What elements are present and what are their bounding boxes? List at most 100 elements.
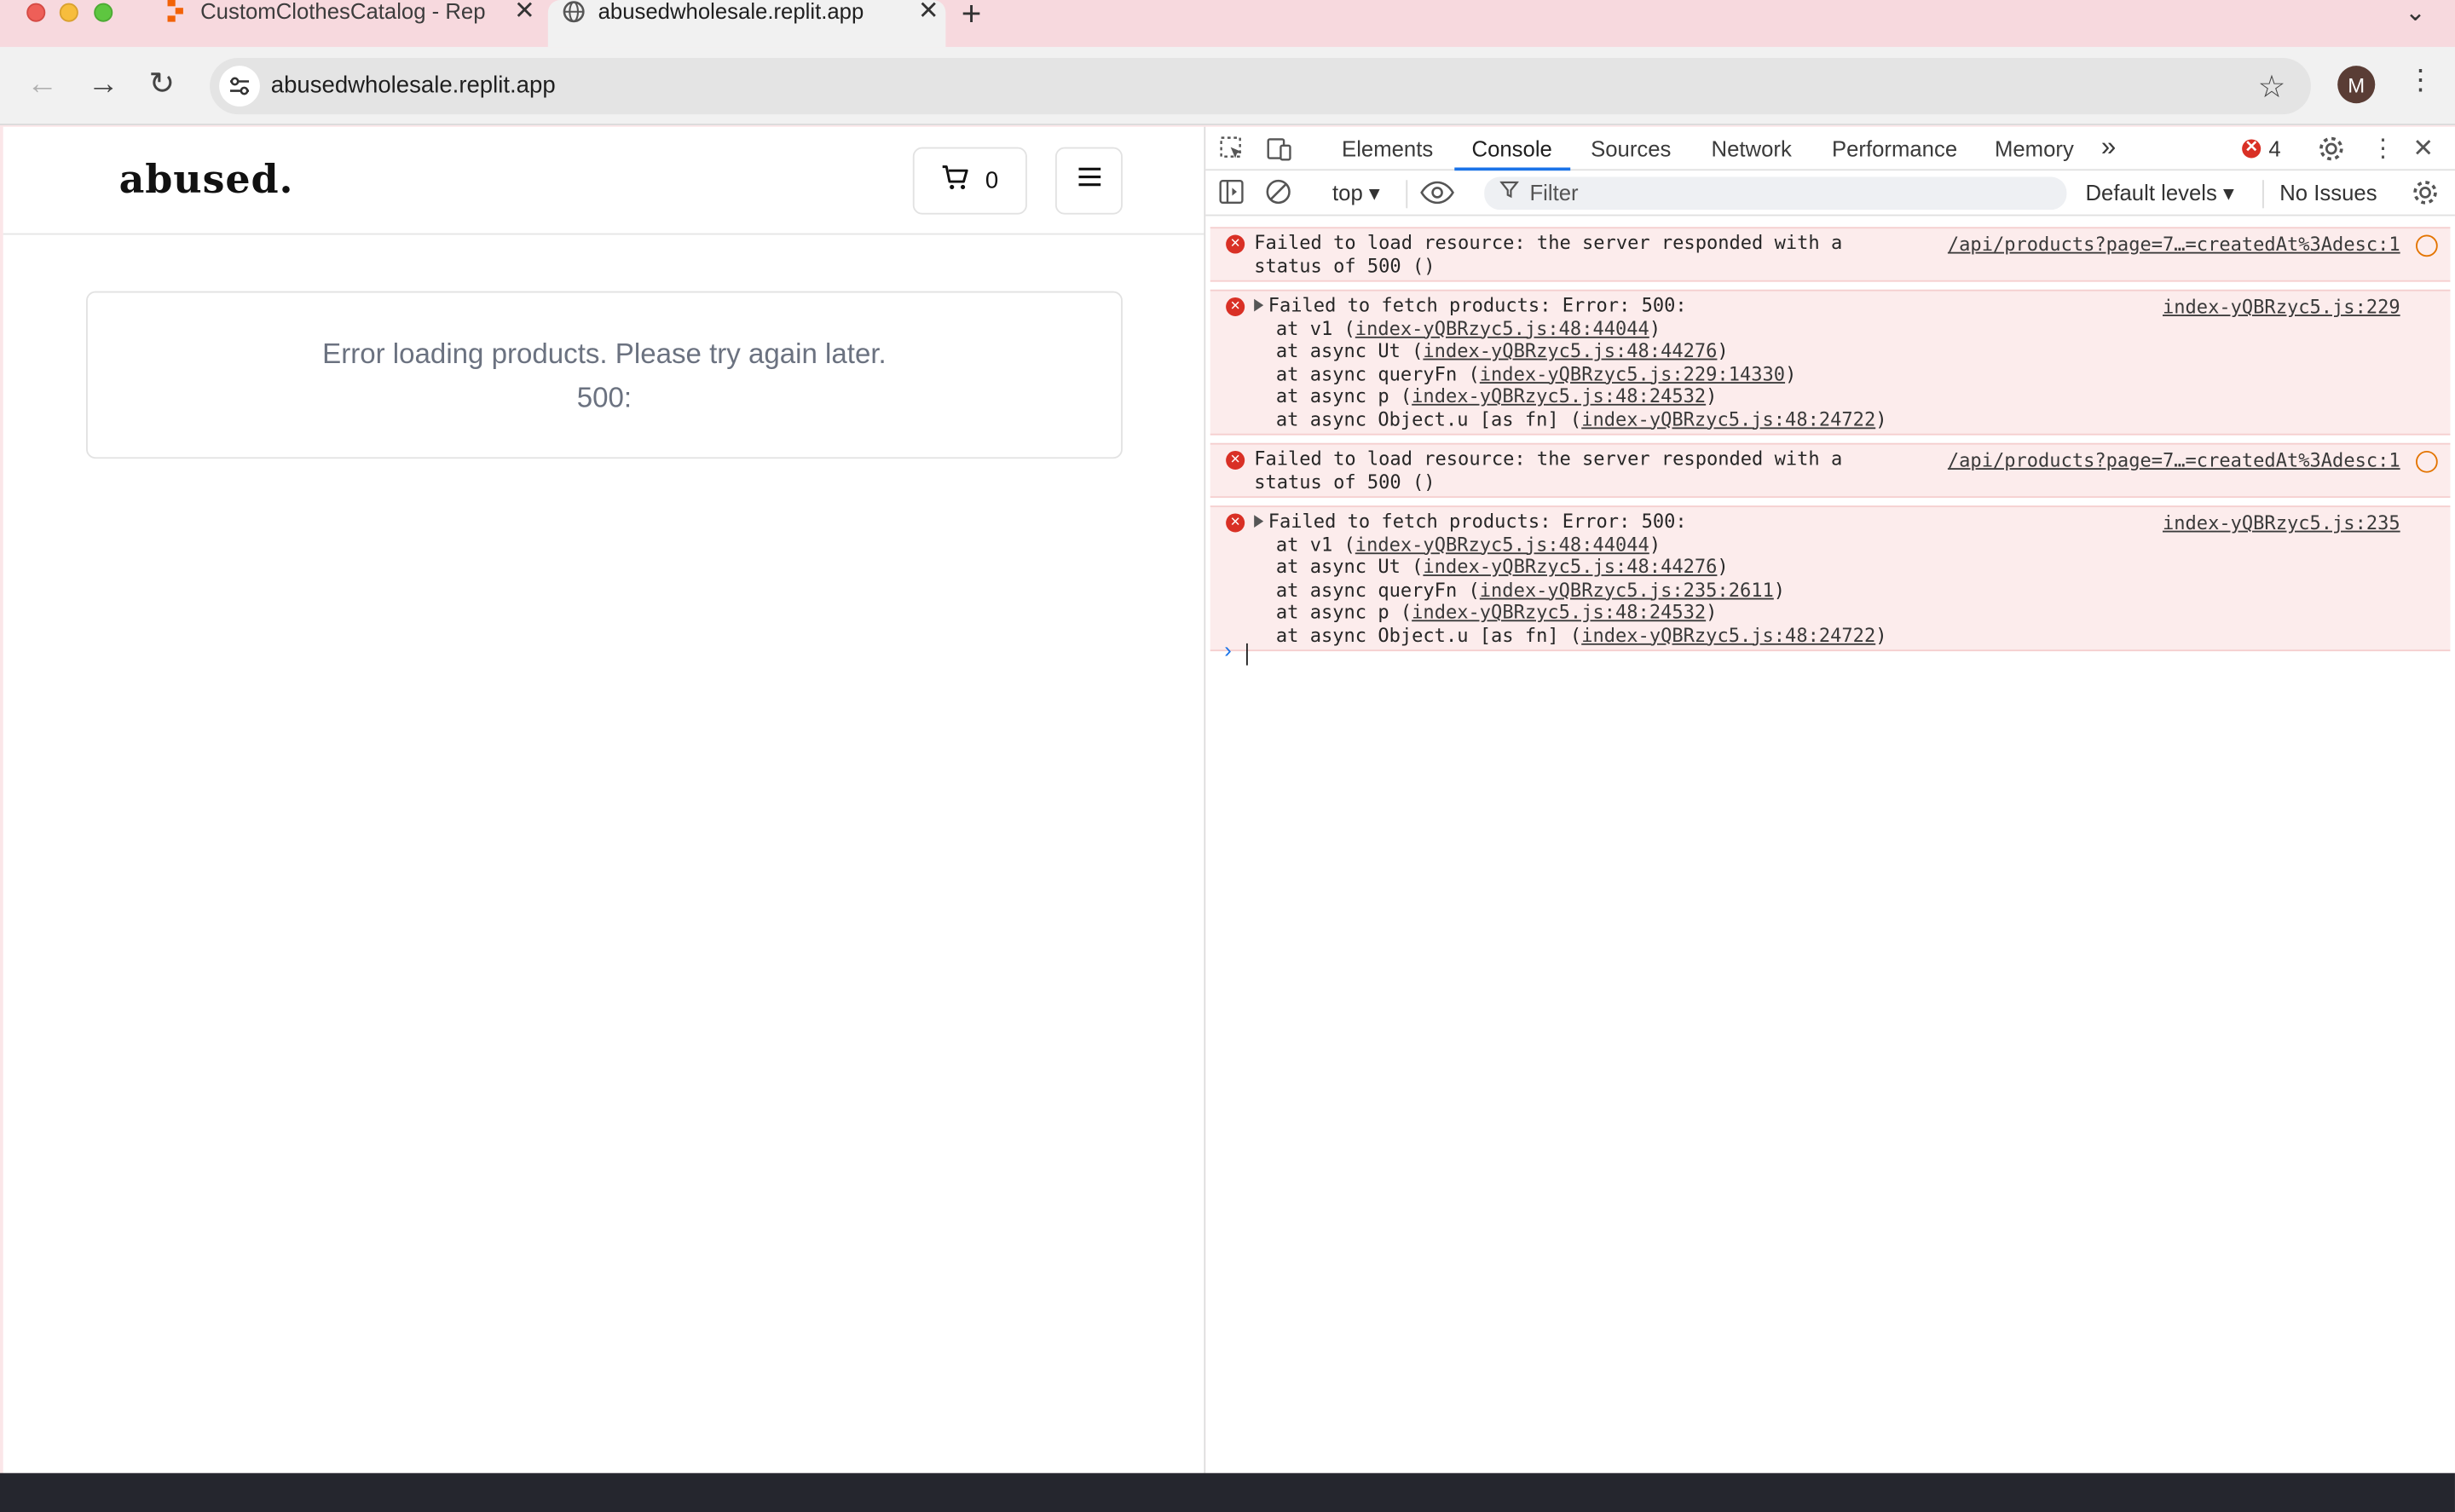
close-devtools-icon[interactable]: ✕: [2412, 133, 2441, 163]
frame-text: at v1 (: [1275, 533, 1355, 556]
frame-text: at async Object.u [as fn] (: [1275, 407, 1582, 430]
source-link[interactable]: /api/products?page=7…=createdAt%3Adesc:1: [1948, 449, 2400, 472]
issues-button[interactable]: No Issues: [2279, 180, 2377, 205]
frame-link[interactable]: index-yQBRzyc5.js:48:24722: [1581, 624, 1875, 646]
filter-input[interactable]: Filter: [1484, 176, 2067, 211]
page-viewport: abused. 0 Error loading products. Please…: [3, 126, 1204, 1474]
context-selector[interactable]: top ▾: [1332, 180, 1380, 206]
inspect-element-icon[interactable]: [1218, 135, 1246, 163]
error-icon: ✕: [2242, 139, 2261, 159]
sidebar-toggle-icon[interactable]: [1218, 178, 1246, 206]
reload-icon[interactable]: ↻: [148, 67, 175, 101]
tab-title: abusedwholesale.replit.app: [598, 0, 864, 24]
filter-placeholder: Filter: [1529, 180, 1579, 205]
frame-text: ): [1773, 578, 1786, 601]
tab-elements[interactable]: Elements: [1342, 136, 1433, 161]
close-window-button[interactable]: [26, 3, 46, 22]
source-link[interactable]: index-yQBRzyc5.js:235: [2163, 512, 2400, 535]
tab-search-chevron-icon[interactable]: ⌄: [2405, 0, 2426, 28]
error-icon: ✕: [1226, 513, 1245, 533]
frame-link[interactable]: index-yQBRzyc5.js:48:44044: [1355, 533, 1649, 555]
error-code: 500:: [576, 382, 633, 413]
site-logo[interactable]: abused.: [119, 157, 294, 202]
tab-sources[interactable]: Sources: [1591, 136, 1671, 161]
stack-frame: at async Ut (index-yQBRzyc5.js:48:44276): [1254, 340, 2450, 363]
expand-triangle-icon[interactable]: [1254, 298, 1264, 312]
source-link[interactable]: /api/products?page=7…=createdAt%3Adesc:1: [1948, 234, 2400, 257]
tab-title: CustomClothesCatalog - Rep: [200, 0, 486, 24]
stack-frame: at v1 (index-yQBRzyc5.js:48:44044): [1254, 317, 2450, 340]
browser-tab-abusedwholesale[interactable]: abusedwholesale.replit.app ✕: [547, 0, 946, 48]
frame-text: at async Ut (: [1275, 556, 1424, 578]
device-toolbar-icon[interactable]: [1265, 135, 1293, 163]
frame-link[interactable]: index-yQBRzyc5.js:48:44276: [1423, 340, 1717, 362]
filter-icon: [1499, 180, 1520, 204]
replit-favicon-icon: [163, 0, 188, 24]
close-tab-icon[interactable]: ✕: [507, 0, 541, 26]
frame-link[interactable]: index-yQBRzyc5.js:48:24532: [1412, 601, 1706, 623]
source-link[interactable]: index-yQBRzyc5.js:229: [2163, 296, 2400, 319]
stack-frame: at async queryFn (index-yQBRzyc5.js:235:…: [1254, 579, 2450, 602]
cart-button[interactable]: 0: [912, 147, 1027, 215]
frame-link[interactable]: index-yQBRzyc5.js:229:14330: [1480, 362, 1785, 384]
frame-link[interactable]: index-yQBRzyc5.js:235:2611: [1480, 579, 1774, 601]
log-levels-value: Default levels: [2085, 180, 2217, 205]
url-text[interactable]: abusedwholesale.replit.app: [271, 72, 556, 98]
error-icon: ✕: [1226, 450, 1245, 470]
message-line: status of 500 (): [1254, 254, 1435, 277]
frame-link[interactable]: index-yQBRzyc5.js:48:44276: [1423, 556, 1717, 578]
browser-menu-icon[interactable]: ⋮: [2406, 64, 2435, 97]
error-count-badge[interactable]: ✕ 4: [2242, 136, 2281, 161]
live-expression-eye-icon[interactable]: [1420, 180, 1454, 208]
stack-frame: at async Ut (index-yQBRzyc5.js:48:44276): [1254, 556, 2450, 579]
profile-avatar[interactable]: M: [2337, 66, 2376, 104]
stack-frame: at async Object.u [as fn] (index-yQBRzyc…: [1254, 624, 2450, 647]
zoom-window-button[interactable]: [94, 3, 113, 22]
forward-arrow-icon[interactable]: →: [88, 67, 119, 101]
expand-triangle-icon[interactable]: [1254, 515, 1264, 528]
console-input[interactable]: [1246, 643, 1248, 666]
back-arrow-icon[interactable]: ←: [26, 67, 58, 101]
frame-text: ): [1706, 601, 1718, 624]
address-bar[interactable]: abusedwholesale.replit.app ☆: [210, 57, 2311, 115]
network-request-icon[interactable]: [2416, 450, 2438, 473]
toolbar-separator: [1406, 180, 1408, 209]
tab-console[interactable]: Console: [1471, 136, 1551, 161]
frame-text: at async p (: [1275, 384, 1412, 407]
more-tabs-icon[interactable]: »: [2101, 131, 2116, 163]
devtools-menu-icon[interactable]: ⋮: [2371, 133, 2399, 163]
console-settings-gear-icon[interactable]: [2412, 178, 2440, 206]
minimize-window-button[interactable]: [59, 3, 78, 22]
devtools-tab-bar: Elements Console Sources Network Perform…: [1205, 127, 2455, 171]
context-value: top: [1332, 180, 1363, 205]
clear-console-icon[interactable]: [1265, 178, 1293, 206]
tab-memory[interactable]: Memory: [1995, 136, 2074, 161]
settings-gear-icon[interactable]: [2317, 135, 2345, 163]
site-info-icon[interactable]: [219, 66, 260, 107]
frame-text: at async queryFn (: [1275, 578, 1480, 601]
network-request-icon[interactable]: [2416, 234, 2438, 257]
frame-text: ): [1717, 556, 1729, 578]
frame-text: ): [1649, 533, 1661, 556]
message-line: status of 500 (): [1254, 470, 1435, 493]
frame-text: ): [1785, 362, 1797, 384]
browser-tab-replit[interactable]: CustomClothesCatalog - Rep ✕: [150, 0, 541, 47]
frame-text: at async queryFn (: [1275, 362, 1480, 384]
hamburger-menu-button[interactable]: [1054, 147, 1123, 215]
error-icon: ✕: [1226, 234, 1245, 254]
frame-link[interactable]: index-yQBRzyc5.js:48:24532: [1412, 385, 1706, 407]
devtools-panel: Elements Console Sources Network Perform…: [1205, 126, 2455, 1474]
close-tab-icon[interactable]: ✕: [911, 0, 945, 26]
stack-frame: at async p (index-yQBRzyc5.js:48:24532): [1254, 601, 2450, 624]
globe-icon: [561, 0, 586, 24]
frame-link[interactable]: index-yQBRzyc5.js:48:24722: [1581, 407, 1875, 430]
tab-performance[interactable]: Performance: [1832, 136, 1957, 161]
bookmark-star-icon[interactable]: ☆: [2258, 67, 2286, 107]
browser-toolbar: ← → ↻ abusedwholesale.replit.app ☆ M ⋮: [0, 47, 2455, 125]
tab-network[interactable]: Network: [1712, 136, 1792, 161]
error-card: Error loading products. Please try again…: [86, 291, 1123, 459]
error-message: Error loading products. Please try again…: [322, 338, 887, 370]
new-tab-button[interactable]: +: [962, 0, 982, 34]
log-levels-dropdown[interactable]: Default levels ▾: [2085, 180, 2233, 206]
frame-link[interactable]: index-yQBRzyc5.js:48:44044: [1355, 317, 1649, 339]
